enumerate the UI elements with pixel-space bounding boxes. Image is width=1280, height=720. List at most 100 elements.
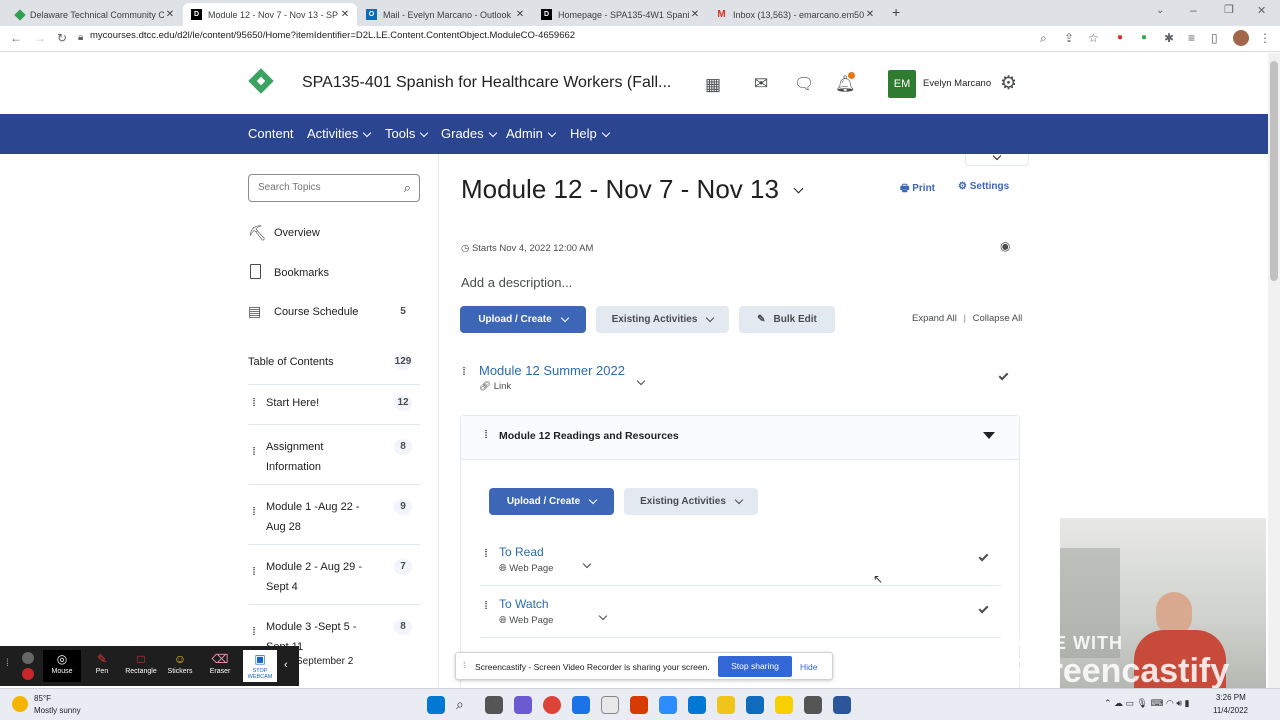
- collapse-toolbar-icon[interactable]: ‹: [284, 659, 288, 671]
- lock-icon[interactable]: 🔒︎: [78, 32, 83, 43]
- chevron-down-icon[interactable]: [599, 611, 608, 621]
- drag-handle-icon[interactable]: ⁞⁞: [462, 366, 466, 378]
- drag-handle-icon[interactable]: ⁞: [6, 658, 9, 669]
- outlook-icon[interactable]: [746, 696, 764, 714]
- weather-desc[interactable]: Mostly sunny: [34, 706, 81, 715]
- user-avatar[interactable]: EM: [888, 70, 916, 98]
- windows-start-icon[interactable]: [427, 696, 445, 714]
- extension-icon[interactable]: ●: [1117, 32, 1123, 43]
- search-topics-field[interactable]: [258, 182, 388, 193]
- nav-admin[interactable]: Admin: [506, 126, 557, 141]
- new-tab-icon[interactable]: +: [892, 4, 900, 20]
- close-window-icon[interactable]: ✕: [1257, 4, 1266, 17]
- mouse-tool[interactable]: ◎ Mouse: [43, 650, 81, 682]
- sub-module-header[interactable]: ⁞⁞ Module 12 Readings and Resources: [461, 416, 1019, 460]
- office-icon[interactable]: [630, 696, 648, 714]
- zoom-icon[interactable]: [659, 696, 677, 714]
- tab-search-icon[interactable]: ⌄: [1156, 5, 1164, 16]
- rectangle-tool[interactable]: □ Rectangle: [122, 650, 160, 682]
- stop-sharing-button[interactable]: Stop sharing: [718, 656, 792, 677]
- chrome-icon[interactable]: [543, 696, 561, 714]
- weather-sun-icon[interactable]: [12, 696, 28, 712]
- browser-tab[interactable]: Delaware Technical Community C ✕: [8, 3, 182, 26]
- toc-module-assignment-information[interactable]: Assignment Information 8: [266, 437, 420, 477]
- item-link-to-read[interactable]: To Read: [499, 545, 544, 559]
- clock-time[interactable]: 3:26 PM: [1216, 693, 1246, 702]
- nav-grades[interactable]: Grades: [441, 126, 497, 141]
- stickers-tool[interactable]: ☺ Stickers: [161, 650, 199, 682]
- pause-icon[interactable]: [22, 652, 34, 664]
- bookmark-star-icon[interactable]: ☆: [1088, 31, 1099, 45]
- settings-app-icon[interactable]: [601, 696, 619, 714]
- caret-down-icon[interactable]: [983, 432, 995, 439]
- extensions-puzzle-icon[interactable]: ✱: [1164, 31, 1174, 45]
- chevron-down-icon[interactable]: [636, 376, 646, 386]
- zoom-icon[interactable]: ⌕: [1040, 31, 1047, 46]
- snipping-tool-icon[interactable]: [804, 696, 822, 714]
- close-tab-icon[interactable]: ✕: [164, 9, 176, 20]
- share-icon[interactable]: ⇪: [1064, 31, 1074, 45]
- sidebar-table-of-contents[interactable]: Table of Contents 129: [248, 354, 420, 370]
- minimize-icon[interactable]: –: [1190, 3, 1197, 17]
- browser-menu-icon[interactable]: ⋮: [1259, 31, 1271, 45]
- drag-handle-icon[interactable]: ⁞⁞: [484, 429, 488, 441]
- close-tab-icon[interactable]: ✕: [864, 9, 876, 20]
- drag-handle-icon[interactable]: ⁞⁞: [252, 626, 256, 638]
- maximize-icon[interactable]: ❐: [1224, 3, 1234, 16]
- profile-avatar-icon[interactable]: [1233, 30, 1249, 46]
- url-field[interactable]: mycourses.dtcc.edu/d2l/le/content/95650/…: [90, 30, 575, 41]
- toc-module-start-here[interactable]: Start Here! 12: [266, 395, 420, 411]
- eraser-tool[interactable]: ⌫ Eraser: [201, 650, 239, 682]
- reading-list-icon[interactable]: ≡: [1188, 31, 1195, 45]
- word-icon[interactable]: [833, 696, 851, 714]
- existing-activities-button[interactable]: Existing Activities: [596, 306, 729, 333]
- mail-icon[interactable]: [688, 696, 706, 714]
- course-title[interactable]: SPA135-401 Spanish for Healthcare Worker…: [302, 74, 671, 92]
- settings-gear-icon[interactable]: ⚙: [1000, 72, 1017, 95]
- visibility-eye-icon[interactable]: ◉: [1000, 239, 1010, 253]
- back-icon[interactable]: ←: [10, 31, 22, 45]
- clock-date[interactable]: 11/4/2022: [1213, 706, 1248, 715]
- browser-tab[interactable]: D Homepage - SPA135-4W1 Spanis ✕: [533, 3, 707, 26]
- drag-handle-icon[interactable]: ⁞⁞: [484, 548, 488, 560]
- toc-module-1[interactable]: Module 1 -Aug 22 - Aug 28 9: [266, 497, 420, 537]
- page-scrollbar[interactable]: [1268, 53, 1280, 688]
- print-button[interactable]: 🖶︎ Print: [900, 181, 935, 198]
- sub-existing-activities-button[interactable]: Existing Activities: [624, 488, 758, 515]
- side-panel-icon[interactable]: ▯: [1211, 31, 1218, 45]
- nav-activities[interactable]: Activities: [307, 126, 372, 141]
- drag-handle-icon[interactable]: ⁞⁞: [252, 397, 256, 409]
- settings-button[interactable]: ⚙ Settings: [958, 181, 1009, 192]
- browser-tab[interactable]: M Inbox (13,563) - emarcano.em50 ✕: [708, 3, 882, 26]
- upload-create-button[interactable]: Upload / Create: [460, 306, 586, 333]
- stop-record-icon[interactable]: [22, 668, 34, 680]
- stop-webcam-tool[interactable]: ▣ STOP WEBCAM: [243, 650, 277, 682]
- bulk-edit-button[interactable]: ✎ Bulk Edit: [739, 306, 835, 333]
- chevron-down-icon[interactable]: [582, 559, 592, 569]
- nav-tools[interactable]: Tools: [385, 126, 429, 141]
- system-tray-icons[interactable]: ⌃ ☁ ▭ 🎙︎ ⌨ ◠ 🔊︎ ▮: [1104, 698, 1189, 709]
- close-tab-icon[interactable]: ✕: [514, 9, 526, 20]
- search-icon[interactable]: ⌕: [404, 180, 411, 196]
- user-name[interactable]: Evelyn Marcano: [923, 78, 991, 89]
- file-explorer-icon[interactable]: [717, 696, 735, 714]
- browser-tab[interactable]: O Mail - Evelyn Marcano - Outlook ✕: [358, 3, 532, 26]
- toc-module-partial[interactable]: September 2: [296, 656, 468, 667]
- search-topics-input[interactable]: ⌕: [248, 174, 420, 202]
- grammarly-icon[interactable]: ●: [1141, 32, 1147, 43]
- sticky-notes-icon[interactable]: [775, 696, 793, 714]
- teams-chat-icon[interactable]: [514, 696, 532, 714]
- forward-icon[interactable]: →: [34, 31, 46, 45]
- nav-content[interactable]: Content: [248, 126, 294, 141]
- subscriptions-chat-icon[interactable]: 🗨︎: [794, 74, 814, 94]
- drag-handle-icon[interactable]: ⁞⁞: [484, 600, 488, 612]
- item-link-module-12-summer[interactable]: Module 12 Summer 2022: [479, 363, 625, 378]
- module-title[interactable]: Module 12 - Nov 7 - Nov 13: [461, 174, 804, 205]
- nav-help[interactable]: Help: [570, 126, 610, 141]
- message-envelope-icon[interactable]: ✉: [754, 74, 768, 94]
- drag-handle-icon[interactable]: ⁞: [463, 660, 466, 670]
- collapse-nav-toggle[interactable]: [965, 151, 1029, 166]
- drag-handle-icon[interactable]: ⁞⁞: [252, 566, 256, 578]
- close-tab-icon[interactable]: ✕: [689, 9, 701, 20]
- task-view-icon[interactable]: [485, 696, 503, 714]
